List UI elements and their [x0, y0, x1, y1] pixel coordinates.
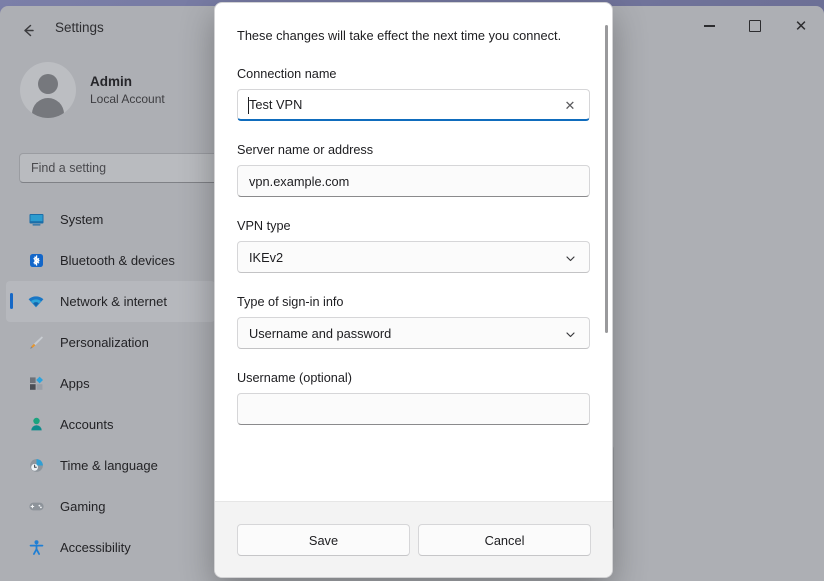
sidebar-item-privacy-security[interactable]: Privacy & security	[6, 568, 215, 581]
cancel-button-label: Cancel	[485, 533, 525, 548]
sidebar-item-network-internet[interactable]: Network & internet	[6, 281, 215, 322]
chevron-down-icon	[559, 247, 581, 269]
sidebar-item-bluetooth-devices[interactable]: Bluetooth & devices	[6, 240, 215, 281]
sidebar-nav: System Bluetooth & devices	[6, 199, 215, 581]
field-label: VPN type	[237, 219, 590, 233]
window-controls: ✕	[686, 6, 824, 46]
signin-type-value: Username and password	[249, 326, 391, 341]
paintbrush-icon	[26, 333, 46, 353]
sidebar-item-time-language[interactable]: Time & language	[6, 445, 215, 486]
connection-name-input[interactable]: Test VPN ✕	[237, 89, 590, 121]
search-input[interactable]: Find a setting	[19, 153, 229, 183]
text-caret	[248, 97, 249, 114]
dialog-scroll-area: These changes will take effect the next …	[215, 3, 612, 503]
bluetooth-icon	[26, 251, 46, 271]
close-button[interactable]: ✕	[778, 6, 824, 46]
sidebar-item-label: Accessibility	[60, 540, 131, 555]
desktop-background: Settings ✕ Admin	[0, 0, 824, 581]
sidebar-item-personalization[interactable]: Personalization	[6, 322, 215, 363]
avatar-head	[38, 74, 58, 94]
save-button[interactable]: Save	[237, 524, 410, 556]
field-server-address: Server name or address vpn.example.com	[237, 143, 590, 197]
field-connection-name: Connection name Test VPN ✕	[237, 67, 590, 121]
scrollbar-thumb[interactable]	[605, 25, 608, 333]
connection-name-value: Test VPN	[249, 97, 302, 112]
server-address-value: vpn.example.com	[249, 174, 349, 189]
apps-grid-icon	[26, 374, 46, 394]
back-arrow-icon[interactable]	[14, 16, 42, 44]
save-button-label: Save	[309, 533, 338, 548]
sidebar: Admin Local Account Find a setting	[0, 52, 215, 581]
selection-indicator	[10, 293, 13, 309]
person-icon	[26, 415, 46, 435]
sidebar-item-label: Personalization	[60, 335, 149, 350]
field-signin-type: Type of sign-in info Username and passwo…	[237, 295, 590, 349]
cancel-button[interactable]: Cancel	[418, 524, 591, 556]
sidebar-item-label: Apps	[60, 376, 90, 391]
wifi-icon	[26, 292, 46, 312]
minimize-button[interactable]	[686, 6, 732, 46]
dialog-footer: Save Cancel	[215, 501, 612, 577]
sidebar-item-label: System	[60, 212, 103, 227]
clock-globe-icon	[26, 456, 46, 476]
maximize-button[interactable]	[732, 6, 778, 46]
field-label: Username (optional)	[237, 371, 590, 385]
account-summary[interactable]: Admin Local Account	[20, 62, 165, 118]
field-vpn-type: VPN type IKEv2	[237, 219, 590, 273]
sidebar-item-apps[interactable]: Apps	[6, 363, 215, 404]
monitor-icon	[26, 210, 46, 230]
close-icon: ✕	[795, 19, 808, 34]
signin-type-select[interactable]: Username and password	[237, 317, 590, 349]
account-name: Admin	[90, 73, 165, 91]
vpn-type-select[interactable]: IKEv2	[237, 241, 590, 273]
field-label: Connection name	[237, 67, 590, 81]
chevron-down-icon	[559, 323, 581, 345]
window-title: Settings	[55, 20, 104, 35]
maximize-icon	[749, 20, 761, 32]
sidebar-item-accessibility[interactable]: Accessibility	[6, 527, 215, 568]
vertical-scrollbar[interactable]	[605, 25, 608, 333]
dialog-note: These changes will take effect the next …	[237, 27, 590, 45]
sidebar-item-label: Time & language	[60, 458, 158, 473]
field-label: Type of sign-in info	[237, 295, 590, 309]
gamepad-icon	[26, 497, 46, 517]
field-label: Server name or address	[237, 143, 590, 157]
account-subtitle: Local Account	[90, 91, 165, 108]
sidebar-item-label: Bluetooth & devices	[60, 253, 175, 268]
username-input[interactable]	[237, 393, 590, 425]
avatar	[20, 62, 76, 118]
sidebar-item-gaming[interactable]: Gaming	[6, 486, 215, 527]
close-icon[interactable]: ✕	[559, 95, 581, 117]
search-placeholder: Find a setting	[31, 161, 106, 175]
server-address-input[interactable]: vpn.example.com	[237, 165, 590, 197]
sidebar-item-system[interactable]: System	[6, 199, 215, 240]
sidebar-item-label: Network & internet	[60, 294, 167, 309]
minimize-icon	[704, 25, 715, 27]
avatar-body	[32, 98, 64, 118]
sidebar-item-accounts[interactable]: Accounts	[6, 404, 215, 445]
vpn-edit-dialog: These changes will take effect the next …	[214, 2, 613, 578]
field-username: Username (optional)	[237, 371, 590, 425]
sidebar-item-label: Accounts	[60, 417, 113, 432]
vpn-type-value: IKEv2	[249, 250, 283, 265]
sidebar-item-label: Gaming	[60, 499, 106, 514]
accessibility-icon	[26, 538, 46, 558]
